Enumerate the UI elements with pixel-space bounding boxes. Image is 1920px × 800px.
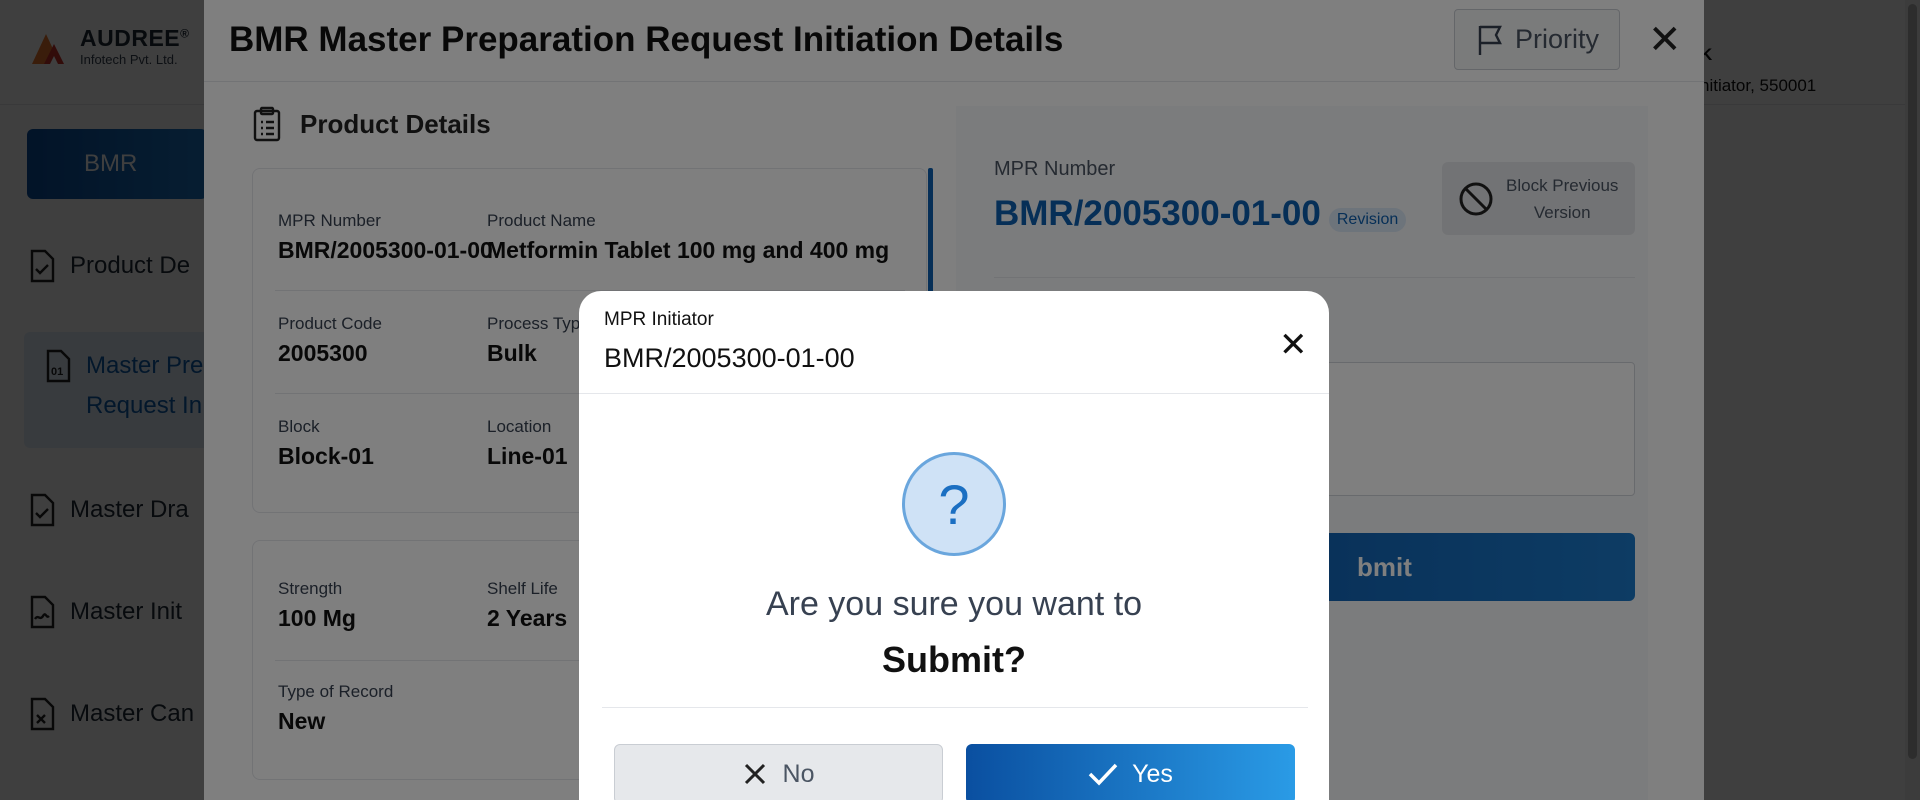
confirm-question: Are you sure you want to (765, 585, 1143, 623)
dialog-header: MPR Initiator BMR/2005300-01-00 ✕ (579, 291, 1329, 394)
dialog-subtitle: MPR Initiator (604, 309, 714, 330)
confirm-action: Submit? (882, 639, 1026, 680)
yes-button[interactable]: Yes (966, 744, 1295, 800)
divider (602, 707, 1308, 708)
no-label: No (782, 759, 815, 788)
confirm-dialog: MPR Initiator BMR/2005300-01-00 ✕ ? Are … (579, 291, 1329, 800)
question-icon: ? (902, 452, 1006, 556)
dialog-title: BMR/2005300-01-00 (604, 343, 855, 373)
check-icon (1088, 763, 1118, 786)
close-icon (744, 763, 765, 785)
question-glyph: ? (938, 472, 970, 536)
no-button[interactable]: No (614, 744, 943, 800)
dialog-close-button[interactable]: ✕ (1279, 325, 1308, 365)
yes-label: Yes (1132, 759, 1173, 788)
